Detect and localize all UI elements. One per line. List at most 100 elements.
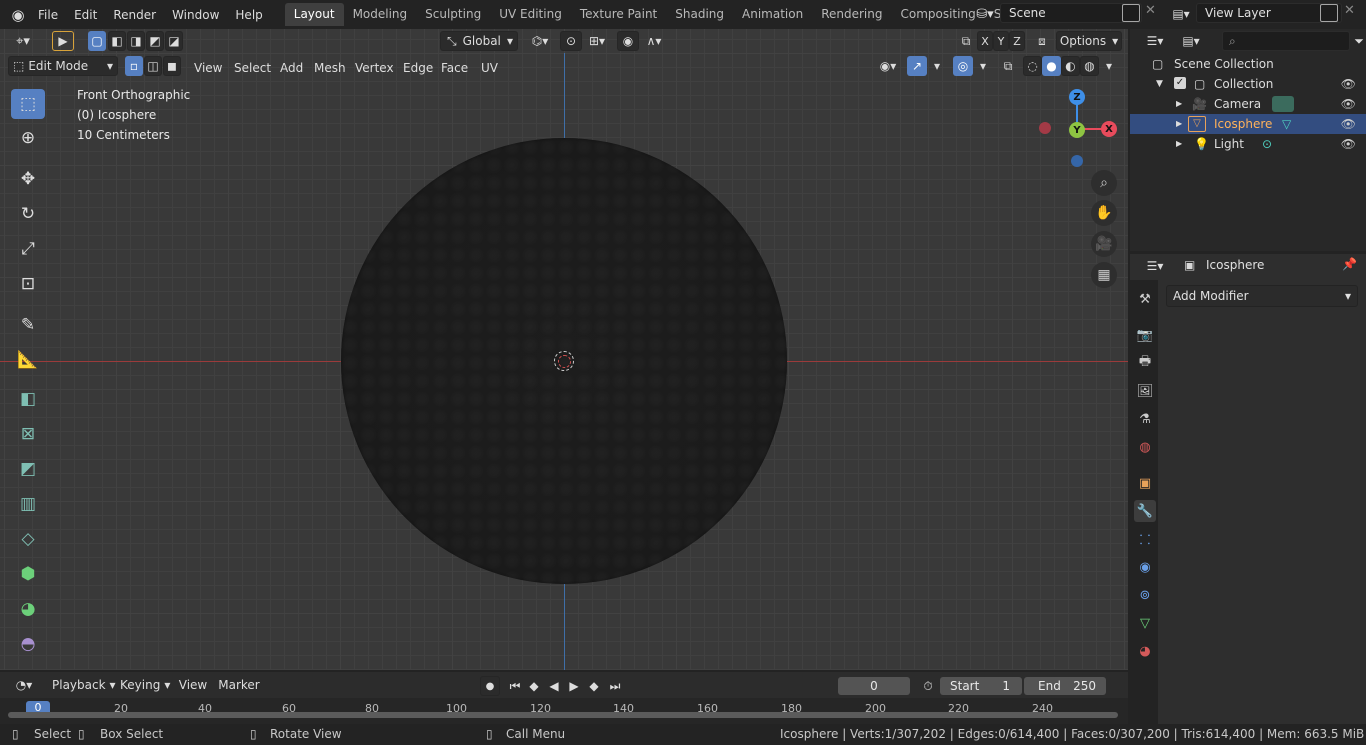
snap-target-icon[interactable]: ⊞▾ [582,31,612,51]
transform-tool-icon[interactable]: ⊡ [11,269,45,299]
tab-animation[interactable]: Animation [733,3,812,26]
world-tab-icon[interactable]: ◍ [1134,436,1156,458]
tab-uv-editing[interactable]: UV Editing [490,3,571,26]
light-data-icon[interactable]: ⊙ [1262,134,1272,154]
outliner-item-light[interactable]: ▶ 💡 Light ⊙ 👁 [1130,134,1366,154]
mode-dropdown[interactable]: ⬚ Edit Mode ▾ [8,56,118,76]
scene-tab-icon[interactable]: ⚗ [1134,408,1156,430]
poly-build-tool-icon[interactable]: ⬢ [11,559,45,589]
eye-icon[interactable]: 👁 [1341,114,1356,134]
material-tab-icon[interactable]: ◕ [1134,640,1156,662]
spin-tool-icon[interactable]: ◕ [11,594,45,624]
vertex-select-icon[interactable]: ▫ [125,56,143,76]
blender-logo-icon[interactable]: ◉ [6,3,30,27]
knife-tool-icon[interactable]: ◇ [11,524,45,554]
transform-orientation-dropdown[interactable]: ⤡ Global ▾ [440,31,518,51]
3d-viewport[interactable]: ⌖▾ ▶ ▢ ◧ ◨ ◩ ◪ ⤡ Global ▾ ⌬▾ ⊙ ⊞▾ ◉ ∧▾ ⧉ X… [0,29,1128,670]
menu-uv[interactable]: UV [481,58,498,78]
select-mode-intersect-icon[interactable]: ◪ [165,31,183,51]
view-layer-selector-icon[interactable]: ▤▾ [1168,4,1194,24]
timeline-ruler[interactable]: 0 20 40 60 80 100 120 140 160 180 200 22… [0,698,1128,724]
start-frame-field[interactable]: Start 1 [940,677,1022,695]
tab-modeling[interactable]: Modeling [344,3,417,26]
overlay-toggle-icon[interactable]: ◎ [953,56,973,76]
pin-icon[interactable]: 📌 [1342,257,1357,271]
options-dropdown[interactable]: Options ▾ [1056,31,1122,51]
tool-tab-icon[interactable]: ⚒ [1134,288,1156,310]
3d-cursor-icon[interactable] [554,351,574,371]
xray-toggle-icon[interactable]: ⧉ [998,56,1018,76]
solid-shading-icon[interactable]: ● [1042,56,1061,76]
current-frame-field[interactable]: 0 [838,677,910,695]
marker-menu[interactable]: Marker [218,675,260,695]
outliner-editor-type-icon[interactable]: ☰▾ [1140,31,1170,51]
tab-compositing[interactable]: Compositing [891,3,984,26]
physics-tab-icon[interactable]: ◉ [1134,556,1156,578]
outliner-scene-collection[interactable]: ▢ Scene Collection [1130,54,1366,74]
menu-add[interactable]: Add [280,58,303,78]
outliner-item-icosphere[interactable]: ▶ ▽ Icosphere ▽ 👁 [1130,114,1366,134]
measure-tool-icon[interactable]: 📐 [11,345,45,375]
pan-hand-icon[interactable]: ✋ [1091,200,1117,226]
camera-view-icon[interactable]: 🎥 [1091,231,1117,257]
mesh-data-icon[interactable]: ▽ [1282,114,1291,134]
auto-merge-icon[interactable]: ⧈ [1032,31,1052,51]
select-mode-subtract-icon[interactable]: ◨ [127,31,145,51]
edge-select-icon[interactable]: ◫ [144,56,162,76]
modifier-tab-icon[interactable]: 🔧 [1134,500,1156,522]
object-tab-icon[interactable]: ▣ [1134,472,1156,494]
snap-toggle-icon[interactable]: ⊙ [560,31,582,51]
select-box-tool-icon[interactable]: ⬚ [11,89,45,119]
mirror-z-button[interactable]: Z [1009,31,1025,51]
select-mode-new-icon[interactable]: ▢ [88,31,106,51]
wireframe-shading-icon[interactable]: ◌ [1023,56,1042,76]
data-tab-icon[interactable]: ▽ [1134,612,1156,634]
perspective-grid-icon[interactable]: ▦ [1091,262,1117,288]
gizmo-x-axis[interactable]: X [1101,121,1117,137]
inset-tool-icon[interactable]: ⊠ [11,419,45,449]
new-scene-icon[interactable] [1122,4,1140,22]
falloff-icon[interactable]: ∧▾ [640,31,668,51]
delete-view-layer-icon[interactable]: ✕ [1344,3,1355,18]
select-tool-icon[interactable]: ▶ [52,31,74,51]
tab-shading[interactable]: Shading [666,3,733,26]
end-frame-field[interactable]: End 250 [1024,677,1106,695]
play-reverse-icon[interactable]: ◀ [545,676,563,696]
expand-arrow-icon[interactable]: ▶ [1176,114,1182,134]
output-tab-icon[interactable]: 🖶 [1134,352,1156,374]
visibility-icon[interactable]: ◉▾ [874,56,902,76]
menu-face[interactable]: Face [441,58,468,78]
stopwatch-icon[interactable]: ⏱ [918,676,938,696]
eye-icon[interactable]: 👁 [1341,94,1356,114]
move-tool-icon[interactable]: ✥ [11,164,45,194]
mirror-y-button[interactable]: Y [993,31,1009,51]
expand-arrow-icon[interactable]: ▶ [1176,94,1182,114]
jump-end-icon[interactable]: ⏭ [606,676,624,696]
delete-scene-icon[interactable]: ✕ [1145,3,1156,18]
record-icon[interactable]: ● [480,676,500,696]
menu-select[interactable]: Select [234,58,271,78]
menu-help[interactable]: Help [227,4,270,26]
play-icon[interactable]: ▶ [565,676,583,696]
constraints-tab-icon[interactable]: ⊚ [1134,584,1156,606]
annotate-tool-icon[interactable]: ✎ [11,310,45,340]
eye-icon[interactable]: 👁 [1341,134,1356,154]
prev-keyframe-icon[interactable]: ◆ [525,676,543,696]
menu-vertex[interactable]: Vertex [355,58,394,78]
gizmo-neg-x-axis[interactable] [1039,122,1051,134]
menu-window[interactable]: Window [164,4,227,26]
eye-icon[interactable]: 👁 [1341,74,1356,94]
proportional-edit-icon[interactable]: ◉ [617,31,639,51]
chevron-down-icon[interactable]: ▾ [929,56,945,76]
particles-tab-icon[interactable]: ⸬ [1134,528,1156,550]
tab-sculpting[interactable]: Sculpting [416,3,490,26]
scene-name-field[interactable]: Scene [1000,3,1142,23]
render-tab-icon[interactable]: 📷 [1134,324,1156,346]
menu-edit[interactable]: Edit [66,4,105,26]
cursor-tool-icon[interactable]: ⊕ [11,123,45,153]
chevron-down-icon[interactable]: ▾ [1101,56,1117,76]
scene-selector-icon[interactable]: ⛁▾ [972,4,998,24]
gizmo-y-axis[interactable]: Y [1069,122,1085,138]
timeline-scrollbar[interactable] [8,712,1118,718]
rotate-tool-icon[interactable]: ↻ [11,199,45,229]
